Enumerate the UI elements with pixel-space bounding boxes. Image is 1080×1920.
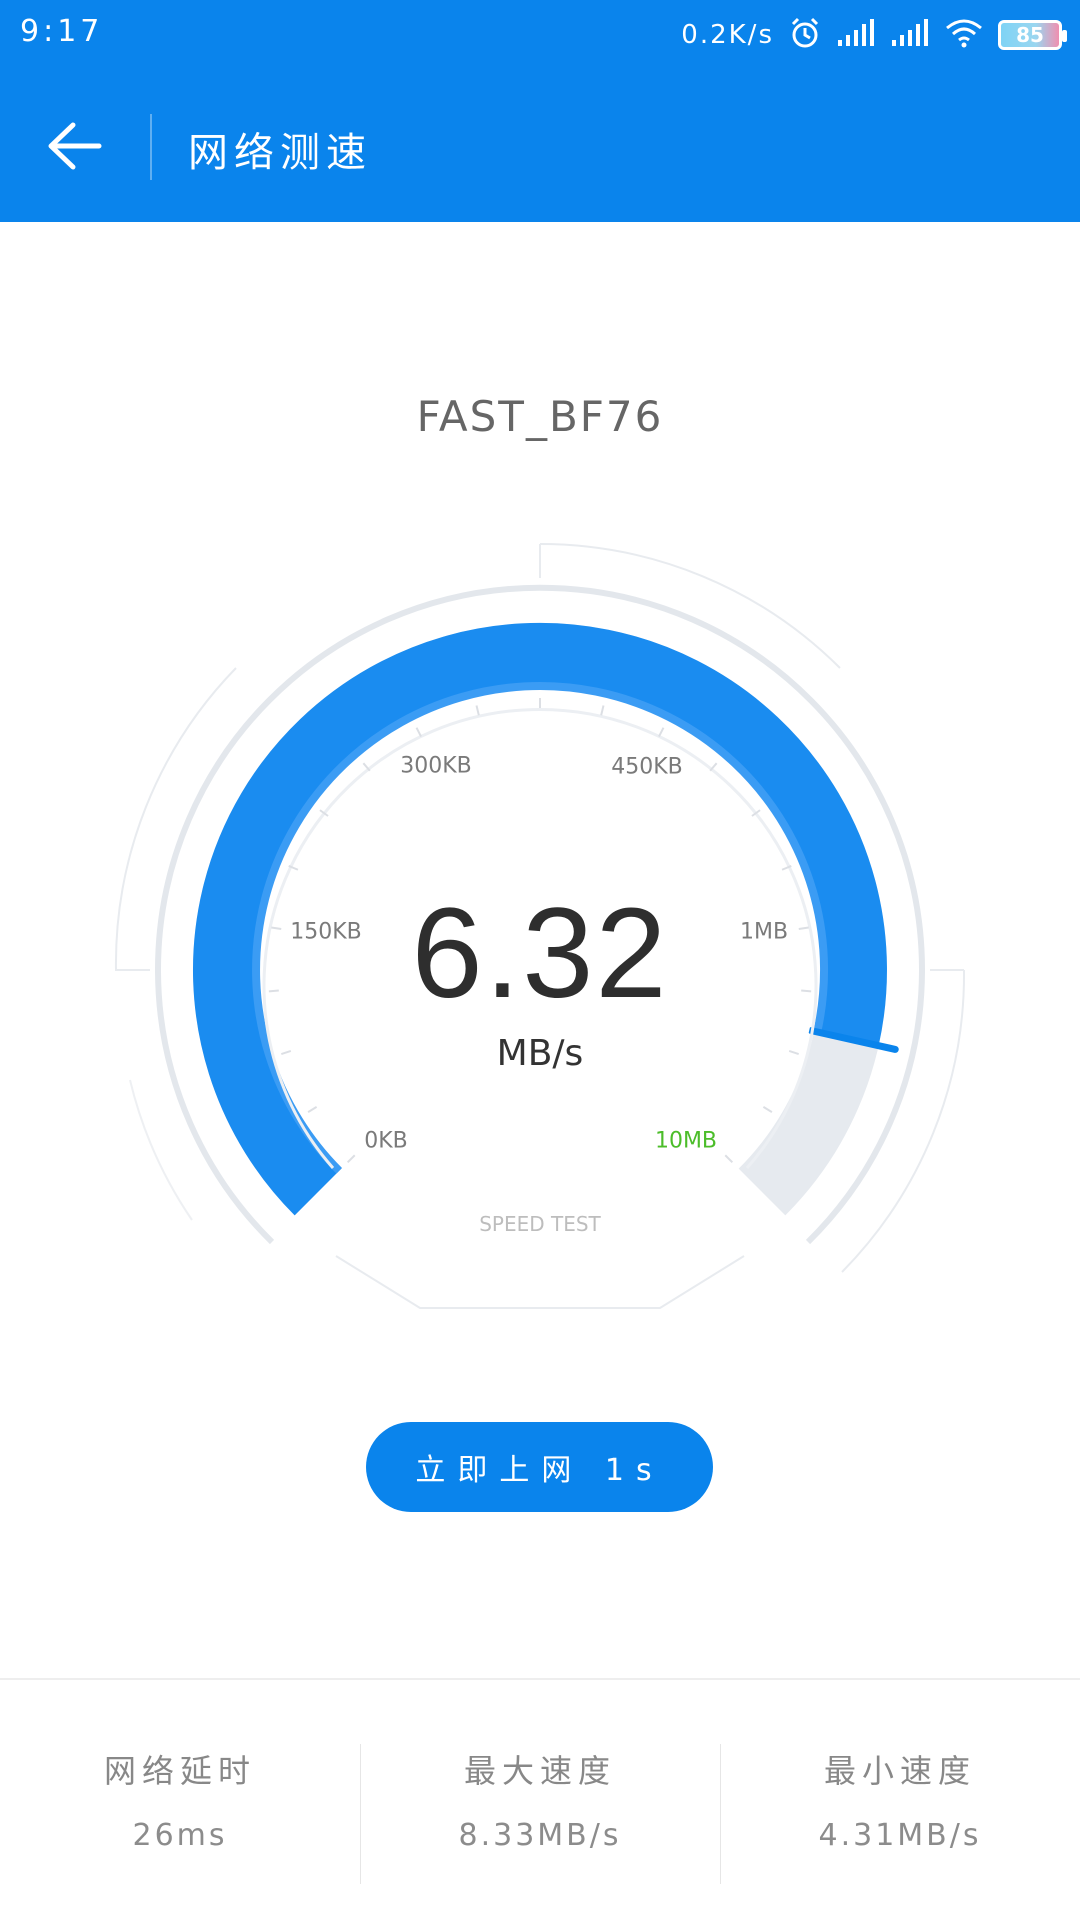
wifi-icon [944, 18, 984, 52]
signal-icon [836, 18, 876, 52]
stat-label: 最大速度 [463, 1752, 616, 1790]
status-bar: 9:17 0.2K/s 85 [0, 0, 1080, 70]
status-icons: 0.2K/s 85 [681, 12, 1067, 58]
app-bar: 网络测速 [0, 70, 1080, 222]
stat-value: 8.33MB/s [458, 1818, 622, 1853]
stat-value: 26ms [132, 1818, 228, 1853]
signal-icon [890, 18, 930, 52]
stat-latency: 网络延时 26ms [0, 1680, 360, 1920]
page-title: 网络测速 [188, 130, 372, 176]
alarm-icon [788, 16, 822, 54]
battery-icon: 85 [998, 20, 1067, 50]
network-name: FAST_BF76 [416, 392, 664, 441]
title-divider [150, 114, 152, 180]
stat-label: 最小速度 [823, 1752, 976, 1790]
gauge-label-300kb: 300KB [400, 753, 472, 779]
gauge-label-0kb: 0KB [364, 1128, 408, 1154]
network-speed: 0.2K/s [681, 20, 774, 50]
go-online-button[interactable]: 立即上网 1s [366, 1422, 713, 1512]
stats-panel: 网络延时 26ms 最大速度 8.33MB/s 最小速度 4.31MB/s [0, 1680, 1080, 1920]
speed-unit: MB/s [496, 1033, 584, 1074]
stat-max-speed: 最大速度 8.33MB/s [360, 1680, 720, 1920]
gauge-bottom-arc [335, 1255, 745, 1309]
stat-value: 4.31MB/s [818, 1818, 982, 1853]
gauge-label-450kb: 450KB [611, 754, 683, 780]
gauge-label-10mb: 10MB [654, 1128, 718, 1154]
stat-label: 网络延时 [103, 1752, 256, 1790]
arrow-left-icon [45, 119, 105, 177]
status-time: 9:17 [20, 14, 104, 49]
speed-value: 6.32 [411, 882, 669, 1025]
back-button[interactable] [30, 110, 120, 186]
stat-min-speed: 最小速度 4.31MB/s [720, 1680, 1080, 1920]
gauge-caption: SPEED TEST [479, 1212, 601, 1236]
speed-gauge: 0KB 150KB 300KB 450KB 1MB 10MB 6.32 MB/s… [0, 500, 1080, 1400]
